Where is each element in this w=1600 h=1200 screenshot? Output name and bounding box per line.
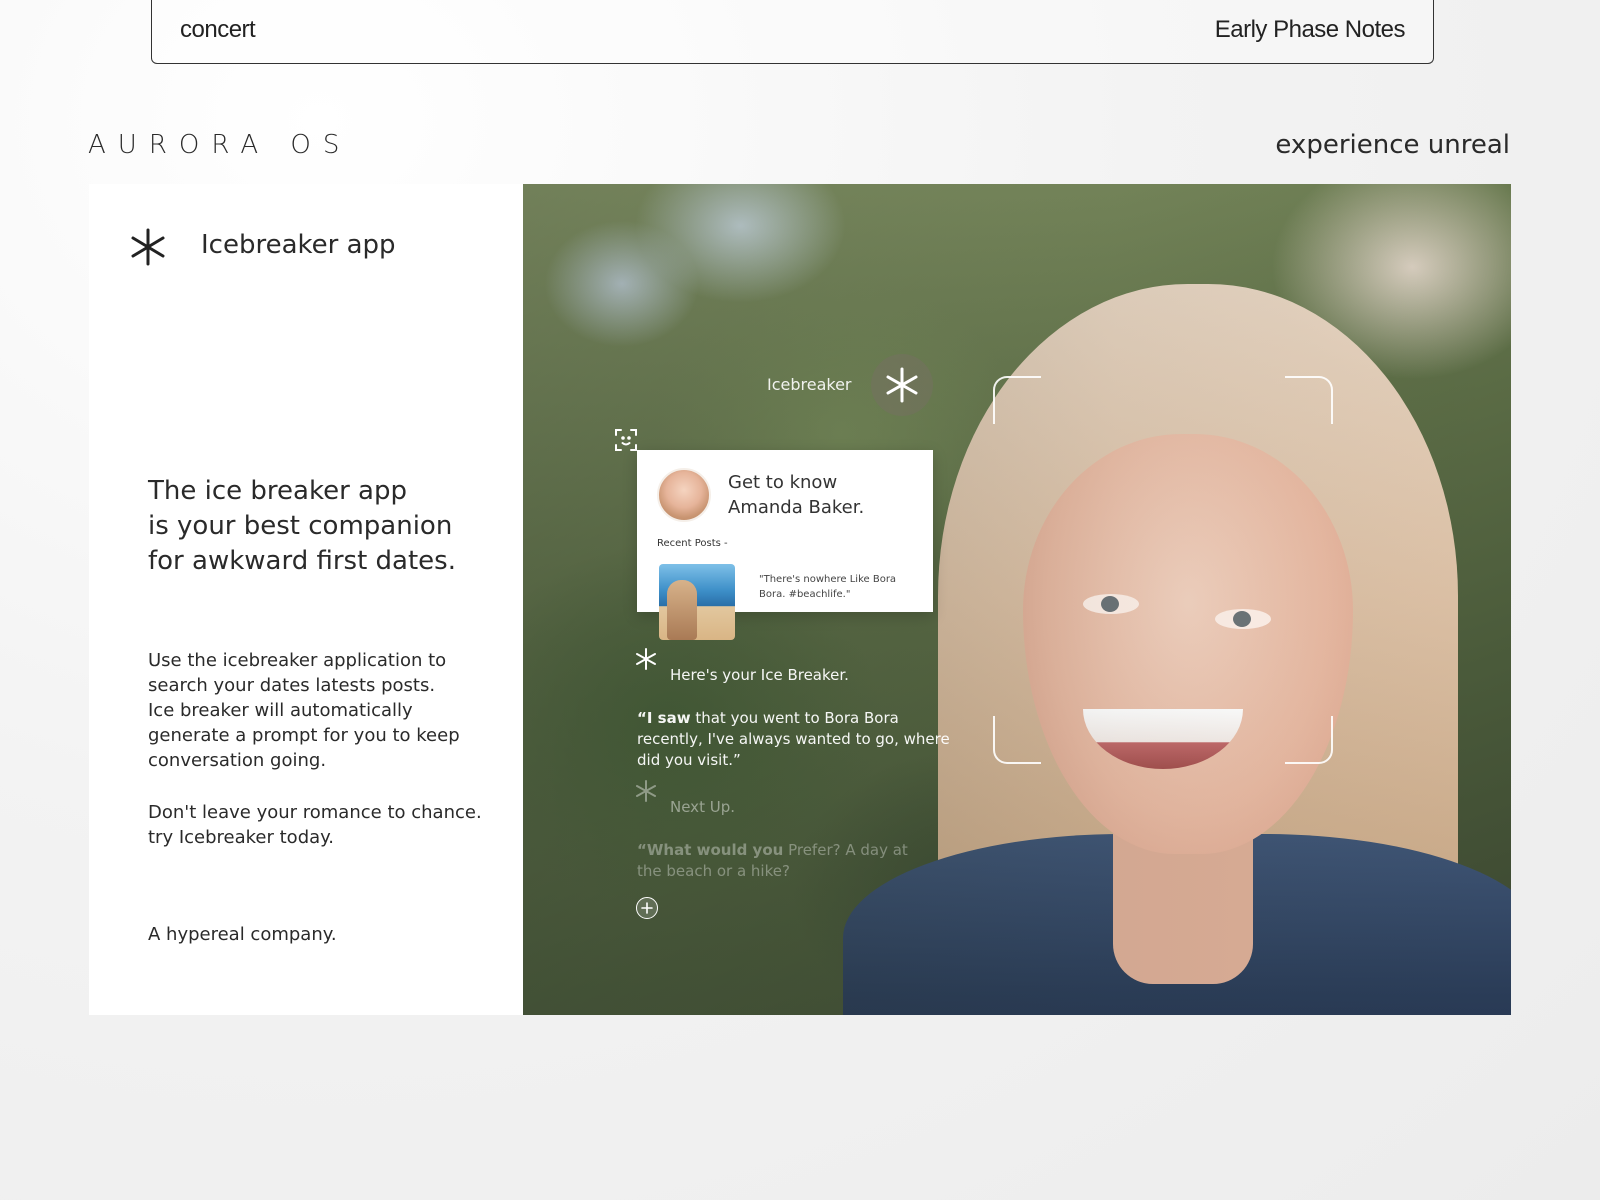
face-frame-corner [1285, 716, 1333, 764]
header-left-label: concert [180, 16, 256, 43]
headline-line: The ice breaker app [148, 476, 407, 506]
icebreaker-prompt-bold: “I saw [637, 709, 691, 727]
recent-post-caption: "There's nowhere Like Bora Bora. #beachl… [759, 574, 897, 600]
profile-card-title-line: Amanda Baker. [728, 497, 865, 518]
asterisk-icon [131, 228, 165, 266]
recent-post-thumbnail[interactable] [659, 564, 735, 640]
company-name: A hypereal company. [148, 924, 337, 945]
description-panel: Icebreaker app The ice breaker app is yo… [89, 184, 523, 1015]
face-frame-corner [1285, 376, 1333, 424]
next-up-prompt: “What would you Prefer? A day at the bea… [637, 840, 937, 882]
face-frame-corner [993, 716, 1041, 764]
profile-card-title: Get to know Amanda Baker. [728, 470, 928, 520]
body-line: generate a prompt for you to keep [148, 725, 460, 746]
icebreaker-badge-button[interactable] [871, 354, 933, 416]
body-line: Use the icebreaker application to [148, 650, 447, 671]
add-button[interactable] [636, 897, 658, 919]
recent-posts-label: Recent Posts - [657, 538, 728, 549]
thumbnail-figure [667, 580, 697, 640]
face-frame-corner [993, 376, 1041, 424]
cta-line: try Icebreaker today. [148, 827, 334, 848]
icebreaker-heading: Here's your Ice Breaker. [670, 666, 849, 684]
body-text: Use the icebreaker application to search… [148, 648, 488, 773]
header-right-label: Early Phase Notes [1214, 16, 1406, 43]
face-scan-icon[interactable] [614, 428, 638, 452]
plus-icon [641, 902, 653, 914]
icebreaker-prompt: “I saw that you went to Bora Bora recent… [637, 708, 957, 771]
next-up-heading: Next Up. [670, 798, 735, 816]
asterisk-icon [886, 367, 918, 403]
body-line: search your dates latests posts. [148, 675, 436, 696]
next-up-prompt-bold: “What would you [637, 841, 784, 859]
ar-camera-view: Icebreaker Get to know Amanda Baker. Rec… [523, 184, 1511, 1015]
body-line: conversation going. [148, 750, 327, 771]
app-title: Icebreaker app [201, 230, 396, 260]
brand-tagline: experience unreal [1275, 130, 1510, 160]
headline-line: for awkward first dates. [148, 546, 456, 576]
headline-line: is your best companion [148, 511, 453, 541]
overlay-app-label: Icebreaker [767, 375, 852, 394]
profile-card-title-line: Get to know [728, 472, 838, 493]
cta-line: Don't leave your romance to chance. [148, 802, 482, 823]
asterisk-icon [636, 780, 656, 802]
body-line: Ice breaker will automatically [148, 700, 413, 721]
asterisk-icon [636, 648, 656, 670]
brand-name: AURORA OS [88, 130, 352, 160]
headline: The ice breaker app is your best compani… [148, 474, 488, 579]
top-header-bar: concert Early Phase Notes [151, 0, 1434, 64]
avatar [657, 468, 711, 522]
cta-text: Don't leave your romance to chance. try … [148, 800, 488, 850]
